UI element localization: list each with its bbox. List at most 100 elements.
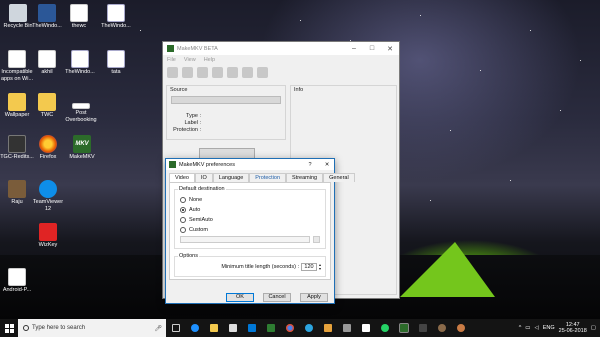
network-icon[interactable]: ▭ (525, 325, 530, 331)
custom-path-field[interactable] (180, 236, 310, 243)
windows-logo-icon (4, 323, 14, 333)
wizkey-icon (39, 223, 57, 241)
desktop-icon-twc[interactable]: TWC (30, 93, 64, 119)
desktop-icon-android[interactable]: Android-P... (0, 268, 34, 294)
info-label: Info (294, 87, 304, 93)
makemkv-app-icon (169, 161, 176, 168)
radio-semiauto-dot[interactable] (180, 217, 186, 223)
notepad-icon[interactable] (361, 324, 370, 332)
user-avatar-icon[interactable] (437, 324, 446, 332)
desktop-icon-teamviewer[interactable]: TeamViewer 12 (31, 180, 65, 212)
desktop-icon-raju[interactable]: Raju (0, 180, 34, 206)
cancel-button[interactable]: Cancel (263, 293, 291, 302)
desktop-icon-pdf[interactable]: TheWindo... (99, 4, 133, 30)
toolbar (163, 64, 399, 80)
desktop-icon-akhil[interactable]: akhil (30, 50, 64, 76)
browse-folder-icon[interactable] (313, 236, 320, 243)
search-box[interactable]: Type here to search 🎤︎ (18, 319, 166, 337)
desktop-icon-tata[interactable]: tata (99, 50, 133, 76)
dialog-close-button[interactable]: ✕ (320, 162, 334, 168)
start-button[interactable] (0, 319, 18, 337)
desktop-icon-firefox[interactable]: Firefox (31, 135, 65, 161)
min-title-length-label: Minimum title length (seconds) : (221, 264, 299, 270)
task-view-icon[interactable] (171, 324, 180, 332)
settings-wrench-icon[interactable] (242, 66, 253, 78)
radio-auto[interactable]: Auto (180, 205, 320, 215)
stream-icon[interactable] (227, 66, 238, 78)
photo-icon (8, 180, 26, 198)
image-file-icon (8, 268, 26, 286)
word-document-icon (38, 4, 56, 22)
menu-help[interactable]: Help (204, 57, 215, 63)
close-button[interactable]: ✕ (381, 45, 399, 53)
tab-video[interactable]: Video (169, 173, 195, 182)
microphone-icon[interactable]: 🎤︎ (154, 325, 162, 332)
excel-icon[interactable] (266, 324, 275, 332)
menu-file[interactable]: File (167, 57, 176, 63)
menu-view[interactable]: View (184, 57, 196, 63)
notification-icon[interactable]: ▢ (591, 325, 596, 331)
min-title-length-input[interactable]: 120 (300, 263, 317, 271)
maximize-button[interactable]: □ (363, 45, 381, 53)
mail-icon[interactable] (247, 324, 256, 332)
desktop-icon-incompatible-apps[interactable]: Incompatible apps on Wi... (0, 50, 34, 82)
text-file-icon (70, 4, 88, 22)
radio-none-dot[interactable] (180, 197, 186, 203)
tab-streaming[interactable]: Streaming (286, 173, 324, 182)
radio-custom-dot[interactable] (180, 227, 186, 233)
desktop-icon-wallpaper[interactable]: Wallpaper (0, 93, 34, 119)
source-dropdown[interactable] (171, 96, 281, 104)
desktop-icon-word-doc[interactable]: TheWindo... (30, 4, 64, 30)
tab-language[interactable]: Language (212, 173, 250, 182)
help-button[interactable]: ? (303, 162, 317, 168)
clock-date: 25-06-2018 (558, 328, 587, 334)
volume-icon[interactable]: ◁ (535, 325, 539, 331)
window-titlebar: MakeMKV BETA – □ ✕ (163, 42, 399, 55)
radio-custom[interactable]: Custom (180, 225, 320, 235)
minimize-button[interactable]: – (345, 45, 363, 53)
pdf-file-icon (107, 50, 125, 68)
makemkv-taskbar-icon[interactable] (398, 323, 409, 333)
user-avatar-icon-2[interactable] (456, 324, 465, 332)
text-file-icon (38, 50, 56, 68)
radio-auto-dot[interactable] (180, 207, 186, 213)
telegram-icon[interactable] (304, 324, 313, 332)
open-files-icon[interactable] (182, 66, 193, 78)
language-indicator[interactable]: ENG (543, 325, 555, 331)
makemkv-app-icon (167, 45, 174, 52)
tab-io[interactable]: IO (194, 173, 213, 182)
photos-icon[interactable] (342, 324, 351, 332)
pref-tabs: Video IO Language Protection Streaming G… (166, 170, 355, 182)
show-hidden-icons-icon[interactable]: ^ (519, 325, 522, 331)
spin-arrows-icon[interactable]: ▴ ▾ (319, 263, 321, 271)
tab-protection[interactable]: Protection (249, 173, 287, 182)
desktop-icon-tgc[interactable]: TGC-Redits... (0, 135, 34, 161)
tab-general[interactable]: General (323, 173, 355, 182)
window-title: MakeMKV BETA (177, 45, 218, 52)
file-explorer-icon[interactable] (209, 324, 218, 332)
options-label: Options (178, 253, 199, 259)
open-disc-icon[interactable] (167, 66, 178, 78)
desktop-icon-pdf-2[interactable]: TheWindo... (63, 50, 97, 76)
app-icon[interactable] (418, 324, 427, 332)
eject-icon[interactable] (257, 66, 268, 78)
source-panel: Source Type : Label : Protection : (166, 85, 286, 140)
save-icon[interactable] (212, 66, 223, 78)
clock[interactable]: 12:47 25-06-2018 (559, 322, 587, 335)
desktop-icon-thewc[interactable]: thewc (62, 4, 96, 30)
type-label: Type : (186, 113, 201, 119)
apply-button[interactable]: Apply (300, 293, 328, 302)
radio-none[interactable]: None (180, 195, 320, 205)
edge-icon[interactable] (190, 324, 199, 332)
backup-icon[interactable] (197, 66, 208, 78)
whatsapp-icon[interactable] (380, 324, 389, 332)
desktop-icon-post-overbooking[interactable]: Post Overbooking (64, 93, 98, 123)
store-icon[interactable] (228, 324, 237, 332)
radio-semiauto[interactable]: SemiAuto (180, 215, 320, 225)
tweetdeck-icon[interactable] (323, 324, 332, 332)
desktop-icon-makemkv[interactable]: MKV MakeMKV (65, 135, 99, 161)
chrome-icon[interactable] (285, 324, 294, 332)
ok-button[interactable]: OK (226, 293, 254, 302)
desktop-icon-wizkey[interactable]: WizKey (31, 223, 65, 249)
folder-icon (8, 93, 26, 111)
